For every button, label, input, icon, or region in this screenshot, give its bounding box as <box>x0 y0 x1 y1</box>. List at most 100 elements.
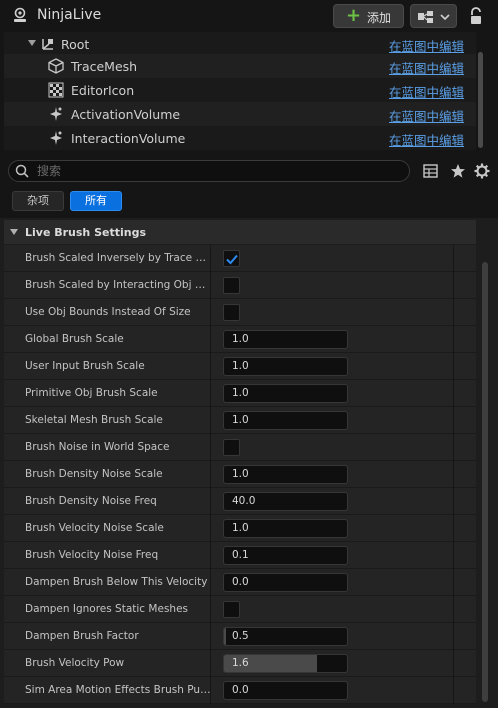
actor-title: NinjaLive <box>37 7 102 23</box>
details-scrollbar[interactable] <box>482 262 488 702</box>
property-value: 0.0 <box>232 684 249 696</box>
tree-item-label: InteractionVolume <box>71 131 186 146</box>
property-value: 0.0 <box>232 576 249 588</box>
column-splitter[interactable] <box>210 488 211 515</box>
property-number-input[interactable]: 0.1 <box>223 546 348 565</box>
tree-item-tracemesh[interactable]: TraceMesh 在蓝图中编辑 <box>4 54 476 78</box>
add-button-label: 添加 <box>367 11 392 25</box>
property-name: Dampen Ignores Static Meshes <box>25 603 188 615</box>
property-number-input[interactable]: 0.0 <box>223 681 348 700</box>
volume-icon <box>50 131 62 145</box>
tree-item-label: EditorIcon <box>71 83 135 98</box>
property-row: Dampen Brush Below This Velocity 0.0 <box>4 569 476 596</box>
property-number-input[interactable]: 1.0 <box>223 465 348 484</box>
property-name: Global Brush Scale <box>25 333 124 345</box>
property-number-input[interactable]: 1.0 <box>223 330 348 349</box>
column-splitter[interactable] <box>210 461 211 488</box>
edit-in-blueprint-link[interactable]: 在蓝图中编辑 <box>389 130 464 149</box>
property-value: 0.5 <box>232 630 249 642</box>
column-splitter[interactable] <box>210 353 211 380</box>
column-splitter <box>453 650 454 677</box>
property-slider-input[interactable]: 1.6 <box>223 654 348 673</box>
edit-in-blueprint-link[interactable]: 在蓝图中编辑 <box>389 82 464 101</box>
volume-icon <box>50 107 62 121</box>
column-splitter <box>453 353 454 380</box>
slider-fill <box>224 628 227 645</box>
column-splitter[interactable] <box>210 623 211 650</box>
table-view-icon[interactable] <box>423 164 438 178</box>
property-checkbox[interactable] <box>223 601 240 618</box>
blueprint-options-button[interactable] <box>410 4 457 28</box>
column-splitter <box>453 677 454 704</box>
property-value: 40.0 <box>232 495 256 507</box>
expand-arrow-icon[interactable] <box>28 40 36 46</box>
section-title: Live Brush Settings <box>25 226 147 239</box>
section-header-live-brush-settings[interactable]: Live Brush Settings <box>4 220 476 244</box>
property-slider-input[interactable]: 0.5 <box>223 627 348 646</box>
checkmark-icon <box>226 254 238 265</box>
property-row: Brush Density Noise Scale 1.0 <box>4 461 476 488</box>
edit-in-blueprint-link[interactable]: 在蓝图中编辑 <box>389 58 464 77</box>
scene-component-icon <box>42 39 53 50</box>
property-value: 1.0 <box>232 522 249 534</box>
column-splitter[interactable] <box>210 272 211 299</box>
tree-item-editoricon[interactable]: EditorIcon 在蓝图中编辑 <box>4 78 476 102</box>
actor-icon <box>14 7 26 22</box>
property-number-input[interactable]: 0.0 <box>223 573 348 592</box>
tree-scrollbar[interactable] <box>478 52 483 148</box>
property-number-input[interactable]: 1.0 <box>223 519 348 538</box>
edit-in-blueprint-link[interactable]: 在蓝图中编辑 <box>389 36 464 55</box>
lock-icon[interactable] <box>468 7 484 25</box>
property-row: Dampen Ignores Static Meshes <box>4 596 476 623</box>
add-component-button[interactable]: + 添加 <box>333 4 404 28</box>
property-row: Brush Density Noise Freq 40.0 <box>4 488 476 515</box>
star-icon[interactable] <box>450 163 466 179</box>
edit-in-blueprint-link[interactable]: 在蓝图中编辑 <box>389 106 464 125</box>
column-splitter[interactable] <box>210 326 211 353</box>
collapse-arrow-icon[interactable] <box>10 229 18 235</box>
plus-icon: + <box>346 5 362 26</box>
column-splitter[interactable] <box>210 569 211 596</box>
column-splitter[interactable] <box>210 515 211 542</box>
property-checkbox[interactable] <box>223 277 240 294</box>
property-name: Primitive Obj Brush Scale <box>25 387 158 399</box>
property-row: Dampen Brush Factor 0.5 <box>4 623 476 650</box>
tree-item-label: Root <box>61 37 90 52</box>
column-splitter[interactable] <box>210 542 211 569</box>
column-splitter <box>453 434 454 461</box>
column-splitter <box>453 542 454 569</box>
column-splitter[interactable] <box>210 677 211 704</box>
property-number-input[interactable]: 1.0 <box>223 411 348 430</box>
column-splitter <box>453 623 454 650</box>
column-splitter[interactable] <box>210 407 211 434</box>
column-splitter[interactable] <box>210 596 211 623</box>
column-splitter[interactable] <box>210 434 211 461</box>
column-splitter <box>453 272 454 299</box>
column-splitter[interactable] <box>210 380 211 407</box>
column-splitter[interactable] <box>210 299 211 326</box>
column-splitter <box>453 380 454 407</box>
property-number-input[interactable]: 1.0 <box>223 384 348 403</box>
property-name: Dampen Brush Factor <box>25 630 139 642</box>
tree-item-activationvolume[interactable]: ActivationVolume 在蓝图中编辑 <box>4 102 476 126</box>
tree-item-root[interactable]: Root 在蓝图中编辑 <box>4 32 476 56</box>
property-number-input[interactable]: 40.0 <box>223 492 348 511</box>
column-splitter <box>453 326 454 353</box>
property-name: Skeletal Mesh Brush Scale <box>25 414 163 426</box>
property-checkbox[interactable] <box>223 250 240 267</box>
tree-item-interactionvolume[interactable]: InteractionVolume 在蓝图中编辑 <box>4 126 476 150</box>
property-checkbox[interactable] <box>223 439 240 456</box>
filter-misc-button[interactable]: 杂项 <box>12 191 64 211</box>
search-box[interactable] <box>8 160 410 182</box>
search-input[interactable] <box>37 163 397 179</box>
property-name: Use Obj Bounds Instead Of Size <box>25 306 191 318</box>
component-tree: Root 在蓝图中编辑 TraceMesh 在蓝图中编辑 EditorIcon … <box>4 32 476 150</box>
details-header: NinjaLive + 添加 <box>0 0 498 32</box>
filter-all-button[interactable]: 所有 <box>70 191 122 211</box>
column-splitter[interactable] <box>210 650 211 677</box>
property-name: Brush Velocity Noise Scale <box>25 522 164 534</box>
gear-icon[interactable] <box>474 163 490 179</box>
column-splitter[interactable] <box>210 245 211 272</box>
property-number-input[interactable]: 1.0 <box>223 357 348 376</box>
property-checkbox[interactable] <box>223 304 240 321</box>
